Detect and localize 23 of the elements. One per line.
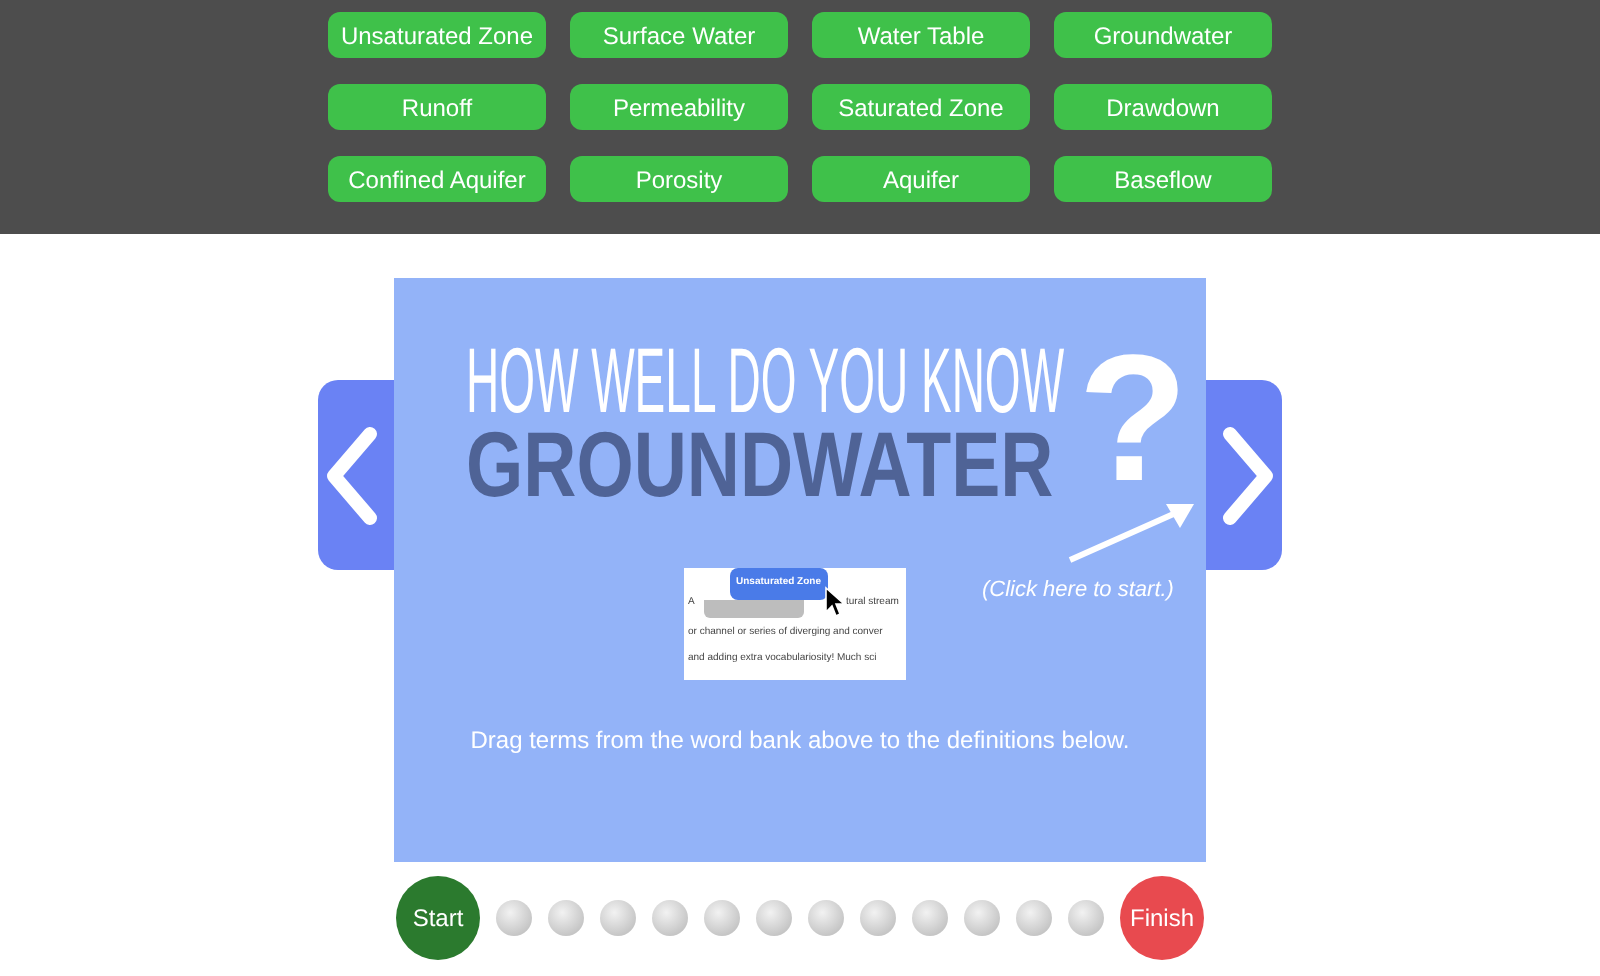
term-button[interactable]: Surface Water: [570, 12, 788, 58]
next-button[interactable]: [1206, 380, 1282, 570]
term-button[interactable]: Confined Aquifer: [328, 156, 546, 202]
question-mark: ?: [1078, 330, 1188, 510]
previous-button[interactable]: [318, 380, 394, 570]
chevron-left-icon: [322, 425, 382, 525]
instruction-text: Drag terms from the word bank above to the definitions below.: [468, 724, 1132, 758]
cursor-icon: [824, 586, 846, 618]
term-button[interactable]: Runoff: [328, 84, 546, 130]
term-button[interactable]: Water Table: [812, 12, 1030, 58]
hint-text: (Click here to start.): [982, 576, 1174, 606]
arrow-icon: [1066, 498, 1198, 566]
term-button[interactable]: Drawdown: [1054, 84, 1272, 130]
term-button[interactable]: Porosity: [570, 156, 788, 202]
intro-slide[interactable]: [394, 278, 1206, 862]
term-button[interactable]: Baseflow: [1054, 156, 1272, 202]
term-button[interactable]: Groundwater: [1054, 12, 1272, 58]
term-button[interactable]: Unsaturated Zone: [328, 12, 546, 58]
chevron-right-icon: [1218, 425, 1278, 525]
blank-slot: [704, 600, 804, 618]
term-button[interactable]: Aquifer: [812, 156, 1030, 202]
term-button[interactable]: Saturated Zone: [812, 84, 1030, 130]
term-button[interactable]: Permeability: [570, 84, 788, 130]
